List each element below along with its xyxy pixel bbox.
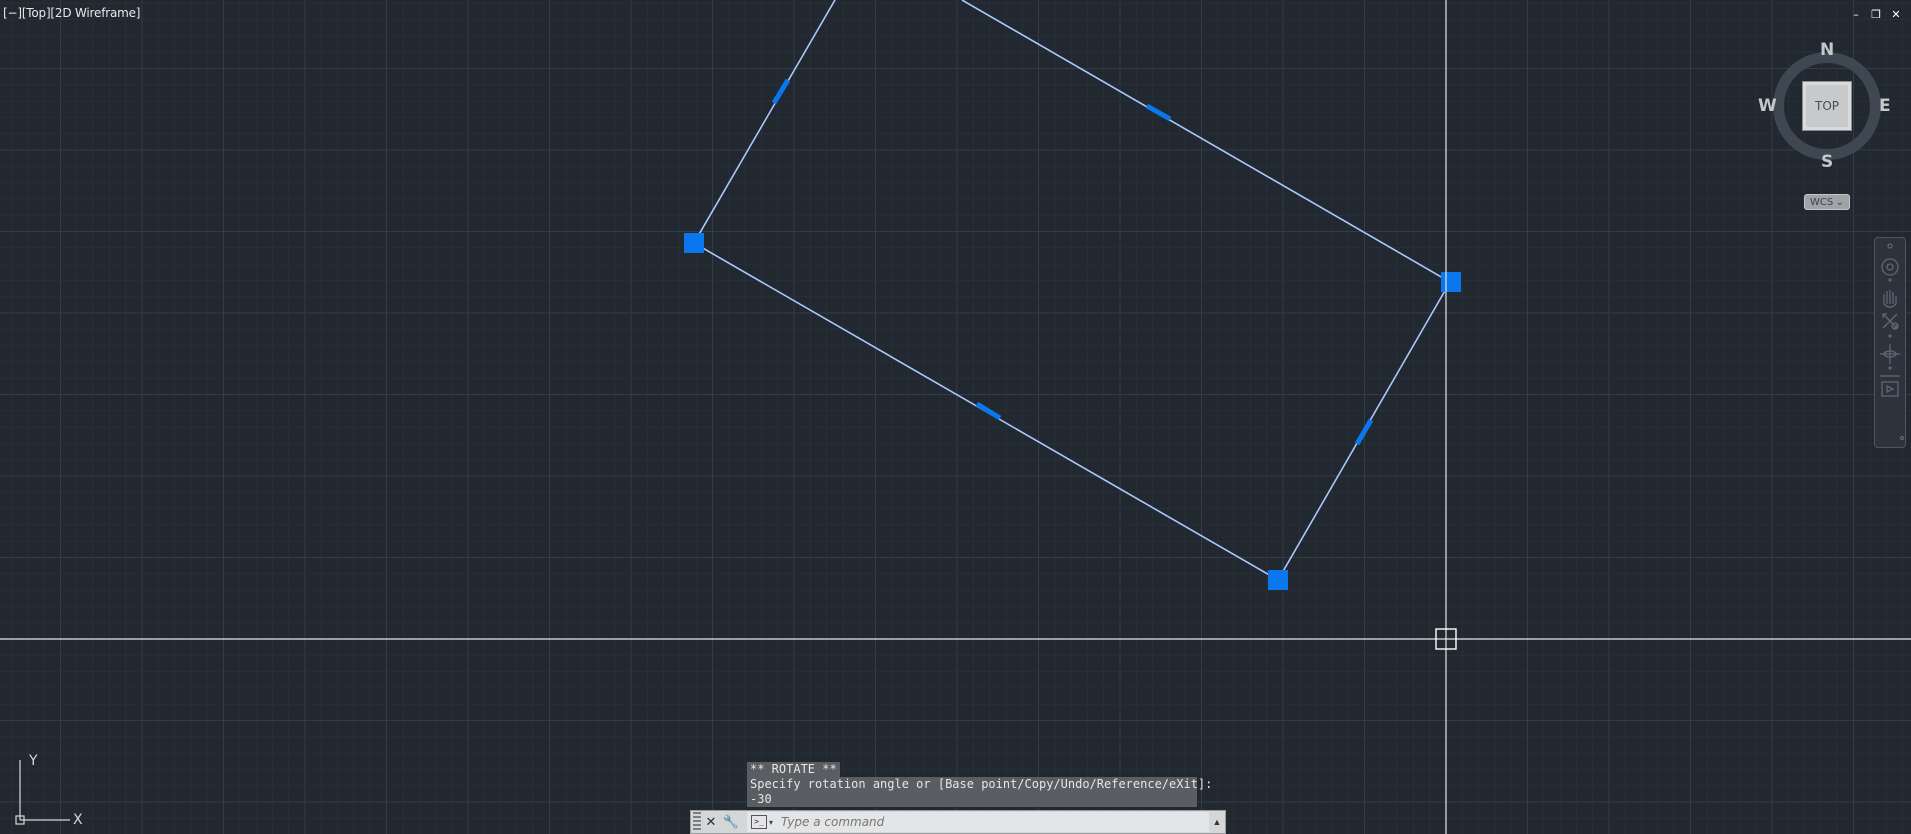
command-prompt-icon[interactable]: >_: [751, 815, 767, 829]
chevron-down-icon[interactable]: ▾: [769, 818, 773, 827]
viewport-window-controls: – ❐ ✕: [1849, 8, 1903, 22]
orbit-icon[interactable]: [1880, 344, 1900, 364]
viewcube[interactable]: TOP N S E W: [1758, 40, 1891, 172]
showmotion-icon[interactable]: [1881, 381, 1899, 397]
compass-south[interactable]: S: [1821, 152, 1833, 172]
navigation-bar-tools: [1880, 243, 1905, 441]
pan-icon[interactable]: [1883, 290, 1897, 308]
compass-west[interactable]: W: [1758, 96, 1777, 116]
chevron-down-icon: ⌄: [1835, 196, 1844, 208]
selected-polyline[interactable]: [692, 0, 1452, 582]
crosshair-cursor: [0, 0, 1911, 834]
viewport-controls-label[interactable]: [−][Top][2D Wireframe]: [3, 6, 140, 20]
vertex-grips[interactable]: [684, 233, 1461, 590]
command-input[interactable]: [779, 814, 1209, 830]
chevron-up-icon[interactable]: ▲: [1209, 817, 1225, 827]
navigation-bar: [1874, 237, 1906, 448]
close-icon[interactable]: ✕: [1889, 8, 1903, 22]
viewcube-top-face[interactable]: TOP: [1802, 81, 1852, 131]
compass-north[interactable]: N: [1820, 40, 1834, 60]
drawing-grid: [0, 0, 1911, 834]
command-line-grip[interactable]: [693, 812, 701, 832]
command-input-wrapper: >_ ▾: [747, 812, 1209, 832]
wrench-icon[interactable]: 🔧: [721, 812, 741, 832]
compass-east[interactable]: E: [1879, 96, 1891, 116]
drawing-viewport[interactable]: [−][Top][2D Wireframe] – ❐ ✕ TOP N S E W…: [0, 0, 1911, 834]
command-history-line: ** ROTATE **: [747, 762, 840, 777]
drawing-canvas[interactable]: [0, 0, 1911, 834]
wcs-menu[interactable]: WCS ⌄: [1804, 194, 1850, 210]
minimize-icon[interactable]: –: [1849, 8, 1863, 22]
ucs-y-label: Y: [28, 753, 38, 769]
command-history-line: -30: [747, 792, 1197, 807]
zoom-extents-icon[interactable]: [1882, 313, 1899, 330]
restore-icon[interactable]: ❐: [1869, 8, 1883, 22]
wcs-label: WCS: [1810, 196, 1834, 208]
ucs-x-label: X: [73, 812, 83, 828]
midpoint-grips[interactable]: [771, 78, 1374, 446]
command-history-line: Specify rotation angle or [Base point/Co…: [747, 777, 1212, 792]
command-line: ✕ 🔧 >_ ▾ ▲: [690, 810, 1226, 834]
ucs-icon: Y X: [15, 753, 83, 828]
steering-wheel-icon[interactable]: [1881, 258, 1899, 276]
close-icon[interactable]: ✕: [701, 812, 721, 832]
command-history: ** ROTATE ** Specify rotation angle or […: [747, 762, 1212, 807]
